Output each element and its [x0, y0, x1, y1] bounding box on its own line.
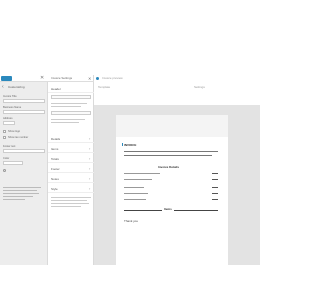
detail-value — [212, 179, 218, 180]
show-tax-label: Show tax number — [8, 136, 29, 139]
settings-row-label: Details — [51, 137, 61, 141]
detail-value — [212, 187, 218, 188]
help-text — [3, 187, 43, 207]
settings-line — [51, 203, 89, 204]
chevron-right-icon: › — [89, 146, 91, 151]
title-accent — [122, 143, 123, 146]
detail-line — [124, 187, 144, 188]
field-label-invoice-title: Invoice Title — [3, 95, 17, 98]
show-tax-checkbox[interactable] — [3, 136, 6, 139]
settings-row-label: Totals — [51, 157, 59, 161]
settings-row[interactable]: Details › — [48, 135, 94, 143]
settings-row[interactable]: Items › — [48, 145, 94, 153]
address-input[interactable] — [3, 121, 15, 125]
items-heading: Items — [162, 207, 174, 211]
field-label-color: Color — [3, 157, 10, 160]
close-icon[interactable]: ✕ — [88, 75, 91, 82]
customizer-window: ✕ ‹ Customizing Invoice Title Business N… — [0, 0, 300, 300]
business-name-input[interactable] — [3, 110, 45, 114]
template-label[interactable]: Template — [98, 85, 110, 89]
field-label-business-name: Business Name — [3, 106, 22, 109]
editor-canvas: INVOICE Invoice Details Items Thank you — [94, 105, 260, 265]
publish-button[interactable] — [1, 76, 12, 81]
status-dot — [96, 77, 99, 80]
settings-line — [51, 106, 81, 107]
settings-label[interactable]: Settings — [194, 85, 205, 89]
settings-line — [51, 122, 79, 123]
chevron-right-icon: › — [89, 166, 91, 171]
footer-text-input[interactable] — [3, 149, 45, 153]
editor-toolbar: Invoice preview Template Settings — [94, 75, 260, 105]
paragraph-line — [124, 151, 218, 152]
customizer-layout: ✕ ‹ Customizing Invoice Title Business N… — [0, 75, 260, 265]
settings-panel-title: Invoice Settings — [51, 76, 73, 80]
sidebar-header: ✕ — [0, 75, 48, 82]
color-picker[interactable] — [3, 161, 23, 165]
detail-value — [212, 173, 218, 174]
settings-line — [51, 119, 85, 120]
invoice-title-input[interactable] — [3, 99, 45, 103]
document-title: INVOICE — [124, 143, 137, 147]
field-label-address: Address — [3, 117, 13, 120]
settings-panel: Invoice Settings ✕ Header Details › Item… — [48, 75, 94, 265]
detail-line — [124, 199, 146, 200]
back-row[interactable]: ‹ Customizing — [0, 84, 48, 90]
invoice-document: INVOICE Invoice Details Items Thank you — [116, 115, 228, 265]
settings-row[interactable]: Totals › — [48, 155, 94, 163]
paragraph-line — [124, 155, 212, 156]
footer-text: Thank you — [124, 219, 139, 223]
settings-row-label: Footer — [51, 167, 60, 171]
settings-line — [51, 197, 91, 198]
detail-line — [124, 179, 152, 180]
settings-row[interactable]: Notes › — [48, 175, 94, 183]
detail-line — [124, 173, 160, 174]
chevron-right-icon: › — [89, 176, 91, 181]
chevron-right-icon: › — [89, 186, 91, 191]
settings-row-label: Header — [51, 87, 61, 91]
close-icon[interactable]: ✕ — [40, 75, 44, 82]
chevron-left-icon[interactable]: ‹ — [2, 84, 4, 90]
section-heading: Invoice Details — [158, 165, 180, 169]
settings-input[interactable] — [51, 95, 91, 99]
chevron-right-icon: › — [89, 156, 91, 161]
show-logo-label: Show logo — [8, 130, 21, 133]
detail-value — [212, 199, 218, 200]
settings-row-label: Notes — [51, 177, 59, 181]
settings-line — [51, 103, 87, 104]
settings-panel-header: Invoice Settings ✕ — [48, 75, 94, 82]
settings-row-label: Style — [51, 187, 58, 191]
show-logo-checkbox[interactable] — [3, 130, 6, 133]
detail-line — [124, 193, 148, 194]
settings-input[interactable] — [51, 111, 91, 115]
preview-label: Invoice preview — [102, 76, 123, 80]
field-label-footer: Footer text — [3, 145, 16, 148]
settings-line — [51, 206, 81, 207]
chevron-right-icon: › — [89, 136, 91, 141]
document-header — [116, 115, 228, 137]
detail-value — [212, 193, 218, 194]
customizer-sidebar: ✕ ‹ Customizing Invoice Title Business N… — [0, 75, 48, 265]
settings-row[interactable]: Style › — [48, 185, 94, 193]
settings-row[interactable]: Footer › — [48, 165, 94, 173]
settings-row[interactable]: Header — [48, 85, 94, 93]
back-label: Customizing — [8, 85, 25, 89]
settings-line — [51, 200, 87, 201]
settings-row-label: Items — [51, 147, 59, 151]
radio-option[interactable] — [3, 169, 6, 172]
